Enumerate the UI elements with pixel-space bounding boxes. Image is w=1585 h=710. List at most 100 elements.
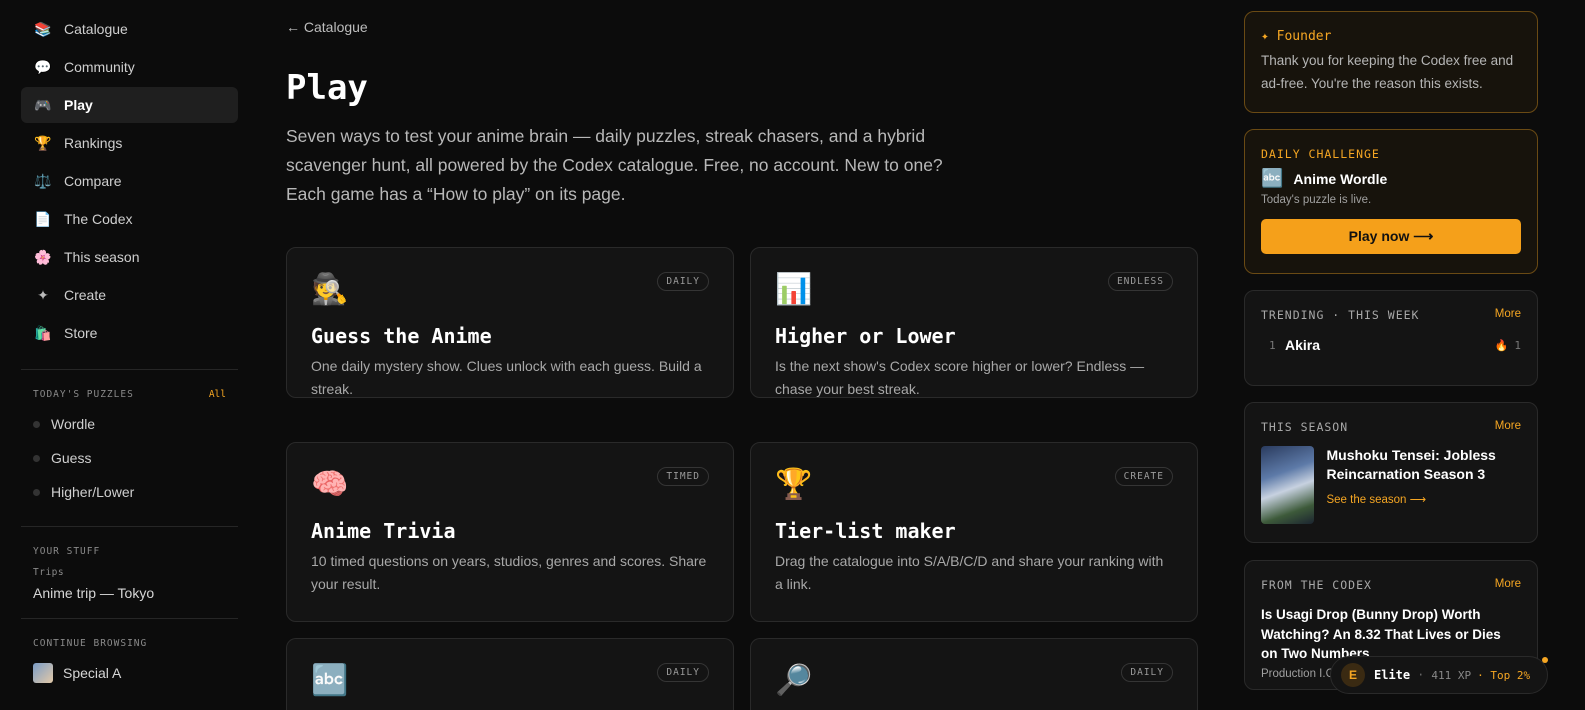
status-dot xyxy=(33,454,40,462)
abc-icon: 🔤 xyxy=(311,664,349,697)
daily-game-name: Anime Wordle xyxy=(1293,170,1388,187)
puzzle-higher-lower[interactable]: Higher/Lower xyxy=(21,475,238,509)
card-desc: One daily mystery show. Clues unlock wit… xyxy=(311,358,702,397)
trending-rank: 1 xyxy=(1269,338,1276,352)
xp-separator: · xyxy=(1417,668,1425,682)
play-now-button[interactable]: Play now ⟶ xyxy=(1261,219,1521,254)
shopping-bags-icon: 🛍️ xyxy=(34,324,52,341)
trip-item[interactable]: Anime trip — Tokyo xyxy=(21,585,238,601)
card-desc: Drag the catalogue into S/A/B/C/D and sh… xyxy=(775,553,1164,592)
sparkle-icon: ✦ xyxy=(37,286,49,303)
nav-catalogue[interactable]: 📚 Catalogue xyxy=(21,11,238,47)
mode-badge: DAILY xyxy=(657,272,709,291)
game-card-guess[interactable]: 🕵️ DAILY Guess the Anime One daily myste… xyxy=(286,247,734,398)
nav-store[interactable]: 🛍️ Store xyxy=(21,315,238,351)
nav-label: The Codex xyxy=(64,211,133,227)
document-icon: 📄 xyxy=(34,210,52,227)
season-panel: THIS SEASON More Mushoku Tensei: Jobless… xyxy=(1244,402,1538,543)
codex-header: FROM THE CODEX More xyxy=(1261,578,1521,592)
abc-icon: 🔤 xyxy=(1261,168,1284,188)
xp-top: · Top 2% xyxy=(1477,668,1531,682)
sidebar: 📚 Catalogue 💬 Community 🎮 Play 🏆 Rankings ⚖️… xyxy=(21,0,238,710)
puzzle-label: Guess xyxy=(51,450,92,466)
game-card-wordle[interactable]: 🔤 DAILY xyxy=(286,638,734,710)
notification-dot xyxy=(1542,657,1548,663)
game-card-higher-lower[interactable]: 📊 ENDLESS Higher or Lower Is the next sh… xyxy=(750,247,1198,398)
nav-label: Play xyxy=(64,97,93,113)
trending-panel: TRENDING · THIS WEEK More 1 Akira 🔥 1 xyxy=(1244,290,1538,386)
puzzle-wordle[interactable]: Wordle xyxy=(21,407,238,441)
codex-headline[interactable]: Is Usagi Drop (Bunny Drop) Worth Watchin… xyxy=(1261,605,1521,664)
nav-create[interactable]: ✦ Create xyxy=(21,277,238,313)
trophy-icon: 🏆 xyxy=(775,468,813,501)
daily-game-row: 🔤 Anime Wordle xyxy=(1261,168,1521,189)
game-card-tier-list[interactable]: 🏆 CREATE Tier-list maker Drag the catalo… xyxy=(750,442,1198,622)
more-link[interactable]: More xyxy=(1495,308,1521,322)
nav-label: This season xyxy=(64,249,140,265)
nav-label: Store xyxy=(64,325,98,341)
game-card-trivia[interactable]: 🧠 TIMED Anime Trivia 10 timed questions … xyxy=(286,442,734,622)
nav-play[interactable]: 🎮 Play xyxy=(21,87,238,123)
section-title: CONTINUE BROWSING xyxy=(33,638,148,649)
card-title: Anime Trivia xyxy=(311,519,456,543)
founder-panel: ✦ Founder Thank you for keeping the Code… xyxy=(1244,11,1538,113)
season-item[interactable]: Mushoku Tensei: Jobless Reincarnation Se… xyxy=(1261,446,1521,524)
nav-compare[interactable]: ⚖️ Compare xyxy=(21,163,238,199)
back-link[interactable]: ← Catalogue xyxy=(286,19,368,35)
game-card-search[interactable]: 🔎 DAILY xyxy=(750,638,1198,710)
continue-item[interactable]: Special A xyxy=(21,663,238,683)
nav-label: Rankings xyxy=(64,135,123,151)
detective-icon: 🕵️ xyxy=(311,273,349,306)
avatar: E xyxy=(1341,663,1365,687)
speech-bubble-icon: 💬 xyxy=(34,58,52,75)
card-title: Higher or Lower xyxy=(775,324,956,348)
nav-this-season[interactable]: 🌸 This season xyxy=(21,239,238,275)
more-link[interactable]: More xyxy=(1495,578,1521,592)
panel-title: TRENDING · THIS WEEK xyxy=(1261,308,1420,322)
xp-status-pill[interactable]: E Elite · 411 XP · Top 2% xyxy=(1330,656,1548,694)
daily-label: DAILY CHALLENGE xyxy=(1261,147,1380,161)
section-title: TODAY'S PUZZLES xyxy=(33,389,134,400)
xp-rank: Elite xyxy=(1374,668,1411,682)
section-title: YOUR STUFF xyxy=(33,546,101,557)
nav-the-codex[interactable]: 📄 The Codex xyxy=(21,201,238,237)
divider xyxy=(21,369,238,370)
nav-community[interactable]: 💬 Community xyxy=(21,49,238,85)
trending-name: Akira xyxy=(1285,337,1321,353)
gamepad-icon: 🎮 xyxy=(34,96,52,113)
blossom-icon: 🌸 xyxy=(34,248,52,265)
page-title: Play xyxy=(286,68,368,108)
mode-badge: DAILY xyxy=(1121,663,1173,682)
your-stuff-header: YOUR STUFF xyxy=(21,546,238,557)
nav-rankings[interactable]: 🏆 Rankings xyxy=(21,125,238,161)
fire-icon: 🔥 xyxy=(1494,339,1509,352)
season-header: THIS SEASON More xyxy=(1261,420,1521,434)
card-desc: 10 timed questions on years, studios, ge… xyxy=(311,553,707,592)
xp-amount: 411 XP xyxy=(1431,668,1472,682)
mode-badge: CREATE xyxy=(1114,467,1173,486)
nav-label: Community xyxy=(64,59,135,75)
more-link[interactable]: More xyxy=(1495,420,1521,434)
trips-label: Trips xyxy=(33,567,65,578)
poster-image xyxy=(1261,446,1315,524)
nav-label: Compare xyxy=(64,173,122,189)
trending-count: 1 xyxy=(1514,338,1521,352)
trending-row[interactable]: 1 Akira 🔥 1 xyxy=(1261,337,1521,353)
mode-badge: ENDLESS xyxy=(1107,272,1173,291)
puzzle-guess[interactable]: Guess xyxy=(21,441,238,475)
trending-header: TRENDING · THIS WEEK More xyxy=(1261,308,1521,322)
puzzle-label: Wordle xyxy=(51,416,96,432)
continue-header: CONTINUE BROWSING xyxy=(21,638,238,649)
status-dot xyxy=(33,420,40,428)
panel-title: FROM THE CODEX xyxy=(1261,578,1372,592)
mode-badge: TIMED xyxy=(657,467,709,486)
mode-badge: DAILY xyxy=(657,663,709,682)
books-icon: 📚 xyxy=(34,20,52,37)
founder-text: Thank you for keeping the Codex free and… xyxy=(1261,53,1514,91)
panel-title: THIS SEASON xyxy=(1261,420,1349,434)
founder-title: ✦ Founder xyxy=(1261,29,1332,44)
see-season-link[interactable]: See the season ⟶ xyxy=(1326,492,1521,506)
puzzles-all-link[interactable]: All xyxy=(209,389,226,400)
trophy-icon: 🏆 xyxy=(34,134,52,151)
status-dot xyxy=(33,488,40,496)
